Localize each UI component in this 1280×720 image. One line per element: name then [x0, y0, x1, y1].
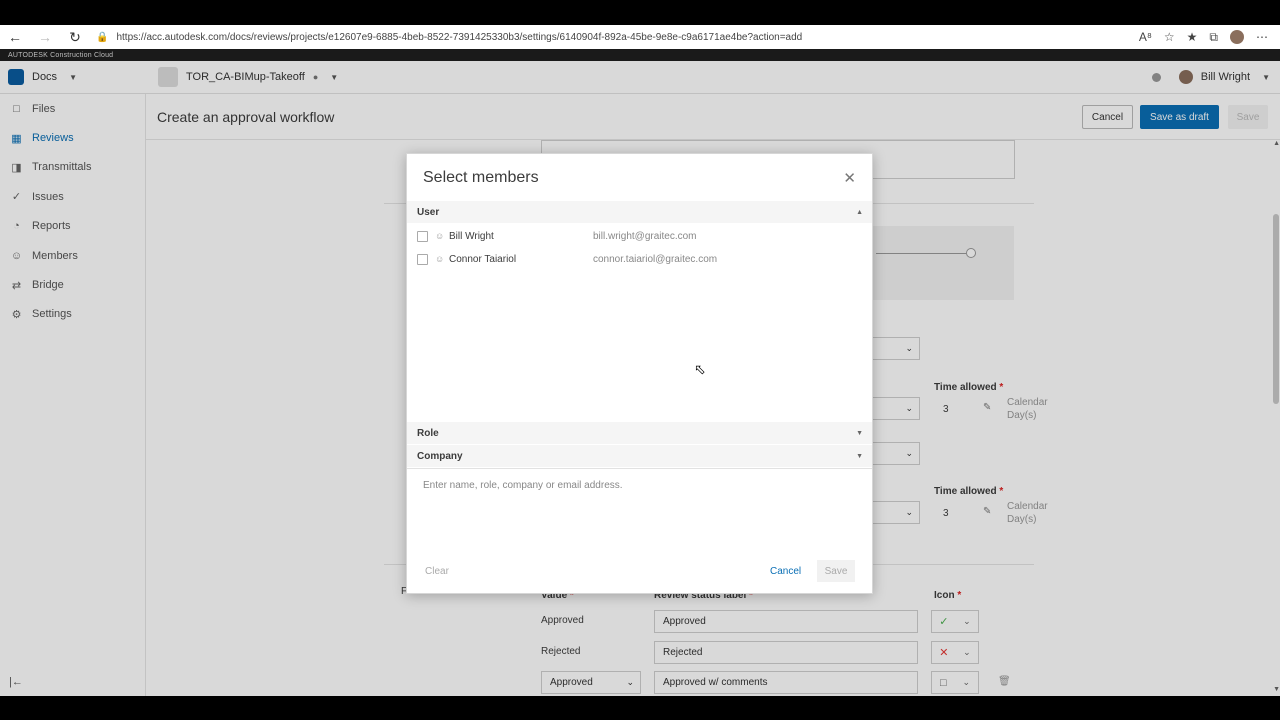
more-icon[interactable]: ⋯	[1256, 30, 1268, 44]
member-name: Connor Taiariol	[449, 253, 517, 265]
member-search-input[interactable]: Enter name, role, company or email addre…	[423, 480, 853, 491]
person-icon: ☺	[435, 231, 445, 241]
url-text: https://acc.autodesk.com/docs/reviews/pr…	[116, 31, 803, 43]
chevron-up-icon: ▲	[856, 208, 863, 216]
clear-button[interactable]: Clear	[425, 566, 449, 577]
read-aloud-icon[interactable]: A⁸	[1139, 30, 1152, 44]
lock-icon: 🔒	[96, 31, 109, 43]
person-icon: ☺	[435, 254, 445, 264]
bottom-black-bar	[0, 696, 1280, 720]
profile-avatar[interactable]	[1230, 30, 1244, 44]
refresh-icon[interactable]: ↻	[60, 25, 90, 49]
chevron-down-icon: ▼	[856, 452, 863, 460]
role-section-header[interactable]: Role ▼	[407, 422, 872, 444]
browser-toolbar: ← → ↻ 🔒 https://acc.autodesk.com/docs/re…	[0, 25, 1280, 49]
list-item[interactable]: ☺ Connor Taiariol connor.taiariol@graite…	[407, 248, 872, 270]
dialog-cancel-button[interactable]: Cancel	[770, 566, 801, 577]
divider	[407, 468, 872, 469]
collections-icon[interactable]: ⧉	[1209, 30, 1218, 45]
company-section-header[interactable]: Company ▼	[407, 445, 872, 467]
member-name: Bill Wright	[449, 230, 494, 242]
favorite-icon[interactable]: ☆	[1164, 30, 1175, 44]
member-checkbox[interactable]	[417, 230, 428, 242]
close-icon[interactable]: ✕	[843, 169, 856, 187]
top-black-bar	[0, 0, 1280, 25]
dialog-title: Select members	[423, 169, 539, 186]
dialog-save-button[interactable]: Save	[817, 560, 855, 582]
member-email: bill.wright@graitec.com	[593, 230, 697, 242]
member-checkbox[interactable]	[417, 253, 428, 265]
back-icon[interactable]: ←	[0, 25, 30, 49]
favorites-list-icon[interactable]: ★	[1187, 30, 1198, 44]
list-item[interactable]: ☺ Bill Wright bill.wright@graitec.com	[407, 225, 872, 247]
mouse-cursor-icon: ⬁	[694, 361, 706, 377]
member-email: connor.taiariol@graitec.com	[593, 253, 718, 265]
user-section-header[interactable]: User ▲	[407, 201, 872, 223]
address-bar[interactable]: 🔒 https://acc.autodesk.com/docs/reviews/…	[90, 32, 1139, 43]
select-members-dialog: Select members ✕ User ▲ ☺ Bill Wright bi…	[406, 153, 873, 594]
chevron-down-icon: ▼	[856, 429, 863, 437]
forward-icon[interactable]: →	[30, 25, 60, 49]
